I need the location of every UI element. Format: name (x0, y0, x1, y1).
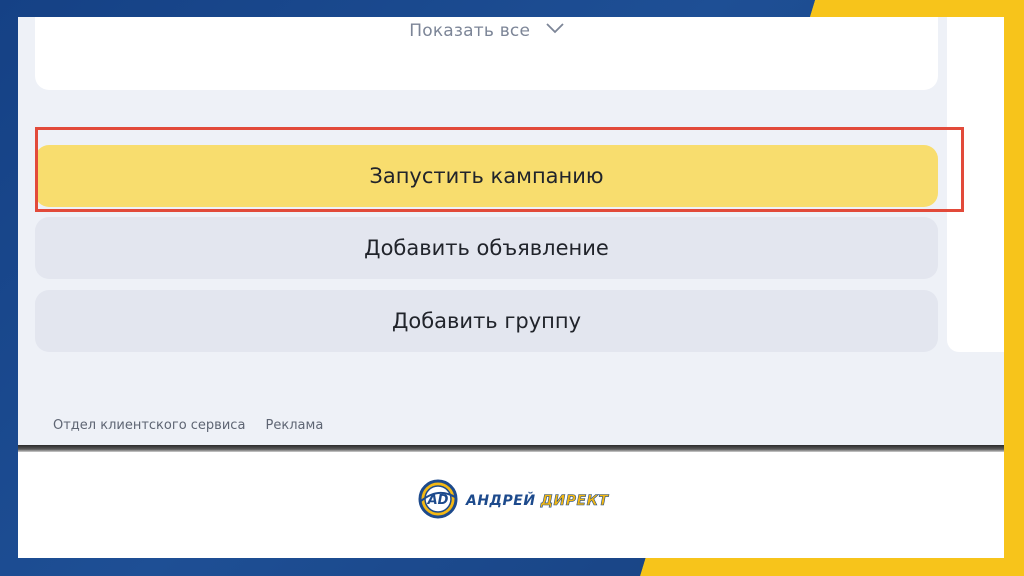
logo-emblem-text: AD (427, 493, 449, 508)
add-ad-button[interactable]: Добавить объявление (35, 217, 938, 279)
logo-text-part1: АНДРЕЙ (466, 493, 536, 509)
branding-area: AD АНДРЕЙ ДИРЕКТ (18, 452, 1004, 558)
show-all-link[interactable]: Показать все (35, 21, 938, 41)
video-frame: Показать все Запустить кампанию Добавить… (0, 0, 1024, 576)
footer-links: Отдел клиентского сервиса Реклама (53, 418, 339, 433)
chevron-down-icon (546, 19, 564, 39)
logo-emblem-icon: AD (418, 479, 458, 523)
footer-link-client-service[interactable]: Отдел клиентского сервиса (53, 418, 245, 433)
logo-text: АНДРЕЙ ДИРЕКТ (466, 493, 609, 510)
side-panel (947, 17, 1004, 352)
launch-campaign-button[interactable]: Запустить кампанию (35, 145, 938, 207)
browser-screen: Показать все Запустить кампанию Добавить… (18, 17, 1004, 447)
screen-bottom-edge (18, 445, 1004, 452)
logo-text-part2: ДИРЕКТ (540, 493, 609, 510)
brand-logo: AD АНДРЕЙ ДИРЕКТ (418, 479, 609, 523)
show-all-label: Показать все (409, 21, 531, 41)
footer-link-advertising[interactable]: Реклама (266, 418, 324, 433)
campaign-card: Показать все (35, 17, 938, 90)
add-group-button[interactable]: Добавить группу (35, 290, 938, 352)
